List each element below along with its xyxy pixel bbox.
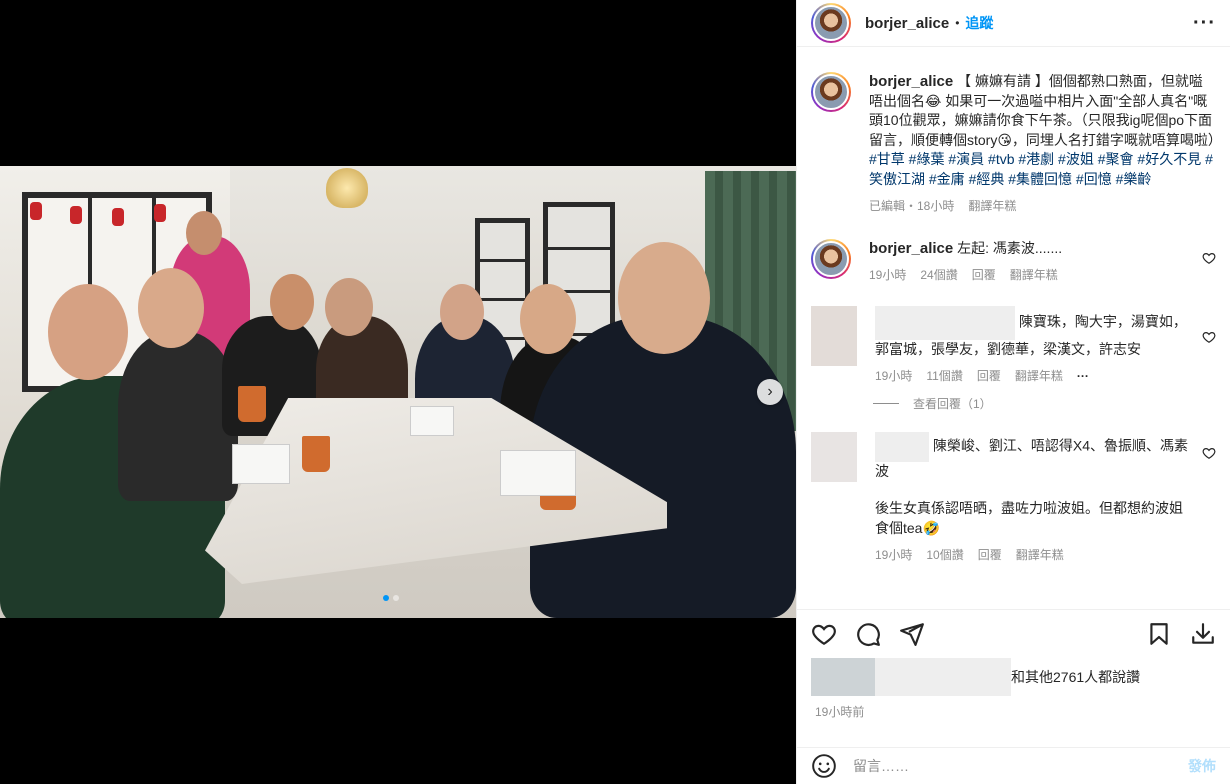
likes-summary[interactable]: 和其他2761人都說讚 — [811, 658, 1140, 696]
comment-meta: 19小時 24個讚 回覆 翻譯年糕 — [869, 266, 1194, 286]
carousel-next-button[interactable]: › — [757, 379, 783, 405]
photo-cup — [238, 386, 266, 422]
photo-head — [48, 284, 128, 380]
post-sidebar: borjer_alice • 追蹤 ··· borjer_alice 【 嫲嫲有… — [796, 0, 1230, 784]
caption-meta: 已編輯・18小時 翻譯年糕 — [869, 197, 1216, 217]
translate-link[interactable]: 翻譯年糕 — [968, 197, 1016, 217]
photo-head — [270, 274, 314, 330]
avatar[interactable] — [811, 72, 851, 112]
photo-box — [410, 406, 454, 436]
reply-button[interactable]: 回覆 — [977, 367, 1001, 387]
comment-item: 陳榮峻、劉江、唔認得X4、魯振順、馮素波 後生女真係認唔晒，盡咗力啦波姐。但都想… — [811, 431, 1216, 566]
view-replies-button[interactable]: 查看回覆（1） — [873, 395, 1216, 412]
heart-icon[interactable] — [811, 621, 837, 647]
translate-link[interactable]: 翻譯年糕 — [1015, 367, 1063, 387]
comment-item: borjer_alice 左起: 馮素波....... 19小時 24個讚 回覆… — [811, 238, 1216, 286]
like-comment-icon[interactable] — [1202, 446, 1216, 460]
photo-lantern — [30, 202, 42, 220]
comment-text-2: 後生女真係認唔晒，盡咗力啦波姐。但都想約波姐食個tea🤣 — [875, 500, 1183, 536]
view-replies-label: 查看回覆（1） — [913, 396, 992, 411]
comment-meta: 19小時 10個讚 回覆 翻譯年糕 — [875, 546, 1194, 566]
likes-count-text: 和其他2761人都說讚 — [1011, 669, 1141, 685]
comment-input[interactable] — [853, 758, 1188, 774]
avatar[interactable] — [811, 238, 851, 279]
translate-link[interactable]: 翻譯年糕 — [1010, 266, 1058, 286]
post-photo[interactable] — [0, 166, 796, 618]
media-pane: › — [0, 0, 796, 784]
caption-username[interactable]: borjer_alice — [869, 73, 953, 90]
like-comment-icon[interactable] — [1202, 330, 1216, 344]
avatar[interactable] — [811, 3, 851, 43]
translate-link[interactable]: 翻譯年糕 — [1016, 546, 1064, 566]
photo-head — [138, 268, 204, 348]
post-timestamp: 19小時前 — [815, 705, 865, 719]
photo-lantern — [70, 206, 82, 224]
emoji-icon[interactable] — [811, 753, 837, 779]
comment-time: 19小時 — [875, 369, 913, 383]
download-icon[interactable] — [1190, 621, 1216, 647]
follow-button[interactable]: 追蹤 — [965, 13, 993, 33]
comment-username-hidden[interactable] — [875, 431, 929, 462]
header-username[interactable]: borjer_alice — [865, 15, 949, 32]
share-icon[interactable] — [899, 621, 925, 647]
photo-head — [440, 284, 484, 340]
comment-more-icon[interactable]: ··· — [1077, 367, 1089, 387]
photo-chandelier — [326, 168, 368, 208]
photo-head — [186, 211, 222, 255]
carousel-indicator — [383, 595, 399, 601]
comment-meta: 19小時 11個讚 回覆 翻譯年糕 ··· — [875, 367, 1194, 387]
bookmark-icon[interactable] — [1146, 621, 1172, 647]
more-options-icon[interactable]: ··· — [1193, 12, 1216, 35]
header-separator: • — [955, 16, 960, 30]
like-comment-icon[interactable] — [1202, 251, 1216, 265]
photo-head — [618, 242, 710, 354]
photo-head — [520, 284, 576, 354]
liker-name-hidden — [875, 658, 1011, 696]
comment-time: 19小時 — [875, 548, 913, 562]
photo-head — [325, 278, 373, 336]
caption-edited-time: 已編輯・18小時 — [869, 199, 955, 213]
carousel-dot — [383, 595, 389, 601]
divider — [873, 402, 899, 404]
comment-likes[interactable]: 11個讚 — [926, 367, 962, 387]
comment-time: 19小時 — [869, 268, 907, 282]
photo-box — [232, 444, 290, 484]
comment-likes[interactable]: 24個讚 — [920, 266, 957, 286]
action-bar — [797, 609, 1230, 657]
photo-box — [500, 450, 576, 496]
avatar[interactable] — [811, 305, 857, 366]
caption-hashtags[interactable]: #甘草 #綠葉 #演員 #tvb #港劇 #波姐 #聚會 #好久不見 #笑傲江湖… — [869, 150, 1216, 189]
photo-lantern — [154, 204, 166, 222]
caption: borjer_alice 【 嫲嫲有請 】個個都熟口熟面，但就嗌唔出個名😂 如果… — [811, 58, 1222, 217]
reply-button[interactable]: 回覆 — [972, 266, 996, 286]
photo-lantern — [112, 208, 124, 226]
comment-bar: 發佈 — [797, 747, 1230, 784]
post-comment-button[interactable]: 發佈 — [1188, 756, 1216, 776]
comment-item: 陳寶珠，陶大宇，湯寶如，郭富城，張學友，劉德華，梁漢文，許志安 19小時 11個… — [811, 305, 1216, 387]
carousel-dot — [393, 595, 399, 601]
comment-username-hidden[interactable] — [875, 305, 1015, 340]
reply-button[interactable]: 回覆 — [978, 546, 1002, 566]
chevron-right-icon: › — [767, 383, 773, 400]
comment-text: 左起: 馮素波....... — [957, 239, 1063, 256]
comment-icon[interactable] — [855, 621, 881, 647]
liker-avatars-hidden — [811, 658, 875, 696]
comments-list[interactable]: borjer_alice 【 嫲嫲有請 】個個都熟口熟面，但就嗌唔出個名😂 如果… — [797, 58, 1230, 609]
post-header: borjer_alice • 追蹤 ··· — [797, 0, 1230, 47]
photo-person — [118, 331, 238, 501]
comment-username[interactable]: borjer_alice — [869, 240, 953, 257]
avatar[interactable] — [811, 431, 857, 482]
photo-cup — [302, 436, 330, 472]
comment-likes[interactable]: 10個讚 — [926, 546, 963, 566]
